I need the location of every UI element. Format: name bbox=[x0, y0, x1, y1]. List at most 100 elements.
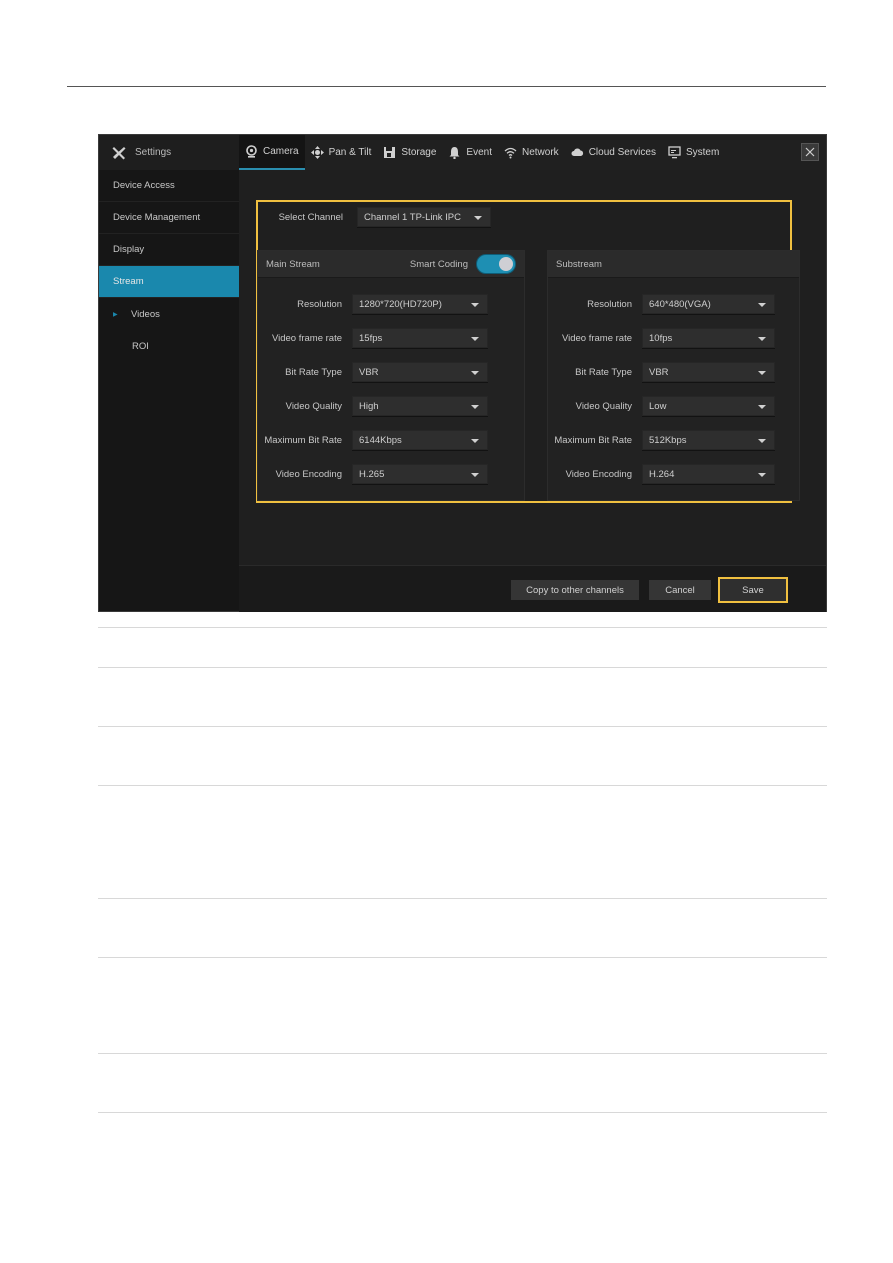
table-rule bbox=[98, 898, 827, 899]
select-channel-label: Select Channel bbox=[278, 211, 343, 223]
chevron-down-icon bbox=[758, 371, 766, 375]
copy-to-other-channels-button[interactable]: Copy to other channels bbox=[511, 580, 639, 600]
select-value: High bbox=[359, 400, 379, 412]
stream-settings-content: Select Channel Channel 1 TP-Link IPC Mai… bbox=[239, 170, 826, 565]
select-value: 512Kbps bbox=[649, 434, 687, 446]
main-bit-rate-type-select[interactable]: VBR bbox=[352, 362, 488, 382]
chevron-down-icon bbox=[474, 216, 482, 220]
sidebar-item-label: Device Access bbox=[113, 180, 175, 191]
tab-label: Camera bbox=[263, 146, 299, 157]
close-button[interactable] bbox=[801, 143, 819, 161]
chevron-down-icon bbox=[758, 337, 766, 341]
camera-icon bbox=[246, 145, 257, 158]
main-max-bit-rate-select[interactable]: 6144Kbps bbox=[352, 430, 488, 450]
smart-coding-toggle[interactable] bbox=[476, 254, 516, 274]
field-label: Video Quality bbox=[285, 400, 342, 412]
main-bit-rate-type-row: Bit Rate Type VBR bbox=[258, 362, 488, 382]
sub-frame-rate-row: Video frame rate 10fps bbox=[548, 328, 775, 348]
tab-storage[interactable]: Storage bbox=[377, 135, 442, 170]
sub-bit-rate-type-row: Bit Rate Type VBR bbox=[548, 362, 775, 382]
tab-event[interactable]: Event bbox=[442, 135, 498, 170]
settings-header: Settings bbox=[99, 135, 239, 170]
sidebar-item-display[interactable]: Display bbox=[99, 234, 239, 266]
bell-icon bbox=[449, 147, 460, 159]
save-button[interactable]: Save bbox=[718, 577, 788, 603]
sub-video-encoding-select[interactable]: H.264 bbox=[642, 464, 775, 484]
select-value: Low bbox=[649, 400, 667, 412]
sidebar-subitem-videos[interactable]: ▶ Videos bbox=[99, 298, 239, 330]
storage-icon bbox=[384, 147, 396, 158]
sub-bit-rate-type-select[interactable]: VBR bbox=[642, 362, 775, 382]
tab-cloud-services[interactable]: Cloud Services bbox=[565, 135, 662, 170]
main-video-quality-select[interactable]: High bbox=[352, 396, 488, 416]
tab-camera[interactable]: Camera bbox=[239, 135, 305, 170]
field-label: Resolution bbox=[587, 298, 632, 310]
table-rule bbox=[98, 957, 827, 958]
select-value: H.265 bbox=[359, 468, 385, 480]
select-value: 640*480(VGA) bbox=[649, 298, 711, 310]
substream-panel: Substream Resolution 640*480(VGA) Video … bbox=[547, 250, 800, 501]
page-header-rule bbox=[67, 86, 826, 87]
table-rule bbox=[98, 1112, 827, 1113]
tab-label: Cloud Services bbox=[588, 147, 656, 158]
sidebar-item-device-access[interactable]: Device Access bbox=[99, 170, 239, 202]
cancel-button[interactable]: Cancel bbox=[649, 580, 711, 600]
main-frame-rate-select[interactable]: 15fps bbox=[352, 328, 488, 348]
table-rule bbox=[98, 1053, 827, 1054]
field-label: Video frame rate bbox=[271, 332, 342, 344]
field-label: Maximum Bit Rate bbox=[554, 434, 632, 446]
sub-video-encoding-row: Video Encoding H.264 bbox=[548, 464, 775, 484]
channel-select[interactable]: Channel 1 TP-Link IPC bbox=[357, 207, 491, 227]
sub-max-bit-rate-select[interactable]: 512Kbps bbox=[642, 430, 775, 450]
field-label: Bit Rate Type bbox=[285, 366, 342, 378]
chevron-down-icon bbox=[471, 303, 479, 307]
tools-icon bbox=[112, 146, 126, 159]
chevron-down-icon bbox=[471, 473, 479, 477]
sub-video-quality-row: Video Quality Low bbox=[548, 396, 775, 416]
tab-pan-tilt[interactable]: Pan & Tilt bbox=[305, 135, 378, 170]
tab-system[interactable]: System bbox=[662, 135, 725, 170]
top-nav-bar: Settings Camera Pan & Tilt Storage Event… bbox=[99, 135, 826, 171]
chevron-down-icon bbox=[758, 405, 766, 409]
sidebar-item-device-management[interactable]: Device Management bbox=[99, 202, 239, 234]
tab-label: Event bbox=[466, 147, 492, 158]
field-label: Bit Rate Type bbox=[575, 366, 632, 378]
select-value: H.264 bbox=[649, 468, 675, 480]
select-value: VBR bbox=[359, 366, 379, 378]
channel-select-value: Channel 1 TP-Link IPC bbox=[364, 211, 461, 223]
main-video-encoding-row: Video Encoding H.265 bbox=[258, 464, 488, 484]
chevron-down-icon bbox=[758, 473, 766, 477]
sidebar-item-stream[interactable]: Stream bbox=[99, 266, 239, 298]
select-value: 10fps bbox=[649, 332, 673, 344]
field-label: Maximum Bit Rate bbox=[264, 434, 342, 446]
chevron-down-icon bbox=[471, 337, 479, 341]
tab-network[interactable]: Network bbox=[498, 135, 565, 170]
main-video-encoding-select[interactable]: H.265 bbox=[352, 464, 488, 484]
sidebar-item-label: Device Management bbox=[113, 212, 201, 223]
settings-window: Settings Camera Pan & Tilt Storage Event… bbox=[98, 134, 827, 612]
tab-label: System bbox=[685, 147, 720, 158]
select-value: 15fps bbox=[359, 332, 383, 344]
table-rule bbox=[98, 627, 827, 628]
channel-selector-row: Select Channel Channel 1 TP-Link IPC bbox=[263, 207, 491, 227]
select-value: 6144Kbps bbox=[359, 434, 402, 446]
sub-resolution-select[interactable]: 640*480(VGA) bbox=[642, 294, 775, 314]
field-label: Video Encoding bbox=[275, 468, 342, 480]
settings-title: Settings bbox=[135, 147, 172, 158]
toggle-knob bbox=[499, 257, 513, 271]
sub-video-quality-select[interactable]: Low bbox=[642, 396, 775, 416]
main-resolution-select[interactable]: 1280*720(HD720P) bbox=[352, 294, 488, 314]
pan-tilt-icon bbox=[310, 146, 324, 159]
select-value: 1280*720(HD720P) bbox=[359, 298, 442, 310]
main-stream-panel: Main Stream Smart Coding Resolution 1280… bbox=[257, 250, 525, 501]
sub-frame-rate-select[interactable]: 10fps bbox=[642, 328, 775, 348]
sub-resolution-row: Resolution 640*480(VGA) bbox=[548, 294, 775, 314]
tab-label: Storage bbox=[401, 147, 437, 158]
main-resolution-row: Resolution 1280*720(HD720P) bbox=[258, 294, 488, 314]
close-icon bbox=[805, 147, 815, 157]
cloud-icon bbox=[571, 148, 583, 156]
table-rule bbox=[98, 785, 827, 786]
substream-title: Substream bbox=[556, 258, 602, 270]
main-frame-rate-row: Video frame rate 15fps bbox=[258, 328, 488, 348]
sidebar-subitem-roi[interactable]: ROI bbox=[99, 330, 239, 362]
